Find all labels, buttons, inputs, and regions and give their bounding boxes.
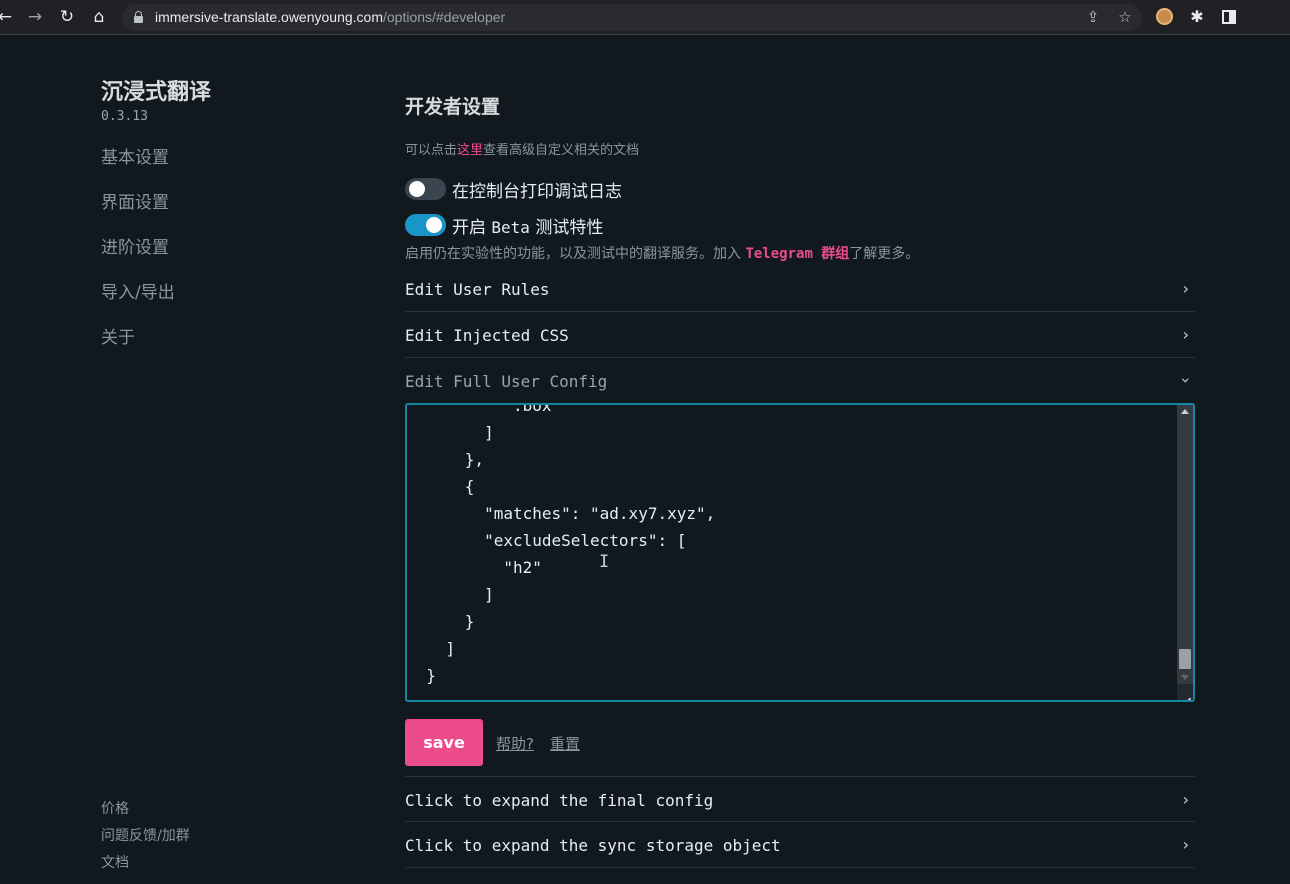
code-line: ".box" (407, 403, 562, 415)
code-line: { (407, 477, 475, 496)
sidebar-link-feedback[interactable]: 问题反馈/加群 (101, 826, 190, 853)
chevron-right-icon: › (1182, 790, 1189, 809)
code-line: ] (407, 423, 494, 442)
extension-avatar-icon[interactable] (1156, 8, 1173, 25)
code-line: "excludeSelectors": [ (407, 531, 687, 550)
edit-full-config-row[interactable]: Edit Full User Config › (405, 358, 1195, 404)
code-line: }, (407, 450, 485, 469)
beta-description: 启用仍在实验性的功能，以及测试中的翻译服务。加入 Telegram 群组了解更多… (405, 243, 919, 263)
chevron-right-icon: › (1182, 279, 1189, 298)
edit-full-config-label: Edit Full User Config (405, 372, 608, 391)
lock-icon[interactable] (134, 11, 143, 23)
save-button[interactable]: save (405, 719, 483, 766)
code-line: ] (407, 585, 494, 604)
beta-features-row: 开启 Beta 测试特性 (405, 213, 604, 238)
sync-storage-label: Click to expand the sync storage object (405, 836, 781, 855)
resize-handle-icon[interactable] (1177, 684, 1193, 700)
final-config-row[interactable]: Click to expand the final config › (405, 776, 1195, 822)
sidebar-item-about[interactable]: 关于 (101, 326, 175, 371)
sidebar-item-import-export[interactable]: 导入/导出 (101, 281, 175, 326)
debug-log-row: 在控制台打印调试日志 (405, 177, 622, 202)
page-title: 开发者设置 (405, 96, 501, 118)
chevron-right-icon: › (1182, 325, 1189, 344)
help-link[interactable]: 帮助? (496, 733, 534, 754)
sidebar-footer: 价格 问题反馈/加群 文档 (101, 799, 190, 880)
scroll-up-arrow-icon[interactable] (1181, 409, 1189, 414)
address-bar[interactable]: immersive-translate.owenyoung.com/option… (122, 4, 1142, 31)
edit-user-rules-row[interactable]: Edit User Rules › (405, 266, 1195, 312)
config-code[interactable]: ".box" ] }, { "matches": "ad.xy7.xyz", "… (407, 403, 716, 689)
sidebar-link-pricing[interactable]: 价格 (101, 799, 190, 826)
debug-log-toggle[interactable] (405, 178, 446, 200)
share-icon[interactable]: ⇪ (1082, 6, 1104, 28)
code-line: ] (407, 639, 456, 658)
back-arrow-icon[interactable]: ← (0, 5, 18, 29)
doc-hint-prefix: 可以点击 (405, 143, 458, 158)
debug-log-label: 在控制台打印调试日志 (452, 181, 622, 202)
url-text[interactable]: immersive-translate.owenyoung.com/option… (155, 9, 505, 26)
code-line: "matches": "ad.xy7.xyz", (407, 504, 716, 523)
brand-title: 沉浸式翻译 (101, 80, 212, 105)
beta-desc-suffix: 了解更多。 (849, 246, 920, 262)
version-label: 0.3.13 (101, 109, 148, 124)
scroll-thumb[interactable] (1179, 649, 1191, 669)
doc-hint: 可以点击这里查看高级自定义相关的文档 (405, 139, 639, 158)
code-line: } (407, 666, 436, 685)
sidebar-item-basic[interactable]: 基本设置 (101, 146, 175, 191)
reset-link[interactable]: 重置 (550, 733, 580, 754)
scroll-down-arrow-icon[interactable] (1181, 675, 1189, 680)
forward-arrow-icon[interactable]: → (22, 5, 48, 29)
reload-icon[interactable]: ↻ (54, 5, 80, 29)
doc-link[interactable]: 这里 (457, 143, 483, 158)
final-config-label: Click to expand the final config (405, 791, 714, 810)
beta-features-label: 开启 Beta 测试特性 (452, 217, 604, 238)
sidebar-nav: 基本设置 界面设置 进阶设置 导入/导出 关于 (101, 146, 175, 371)
edit-injected-css-label: Edit Injected CSS (405, 326, 569, 345)
side-panel-icon[interactable] (1222, 10, 1236, 24)
puzzle-extensions-icon[interactable]: ✱ (1186, 6, 1208, 28)
chevron-right-icon: › (1182, 835, 1189, 854)
text-cursor-icon: I (599, 552, 610, 572)
sync-storage-row[interactable]: Click to expand the sync storage object … (405, 822, 1195, 868)
edit-user-rules-label: Edit User Rules (405, 280, 550, 299)
code-line: "h2" (407, 558, 542, 577)
doc-hint-suffix: 查看高级自定义相关的文档 (483, 143, 640, 158)
beta-desc-prefix: 启用仍在实验性的功能，以及测试中的翻译服务。加入 (405, 246, 746, 262)
editor-scrollbar[interactable] (1177, 405, 1193, 700)
sidebar-link-docs[interactable]: 文档 (101, 853, 190, 880)
beta-features-toggle[interactable] (405, 214, 446, 236)
star-icon[interactable]: ☆ (1114, 6, 1136, 28)
edit-injected-css-row[interactable]: Edit Injected CSS › (405, 312, 1195, 358)
code-line: } (407, 612, 475, 631)
full-config-textarea[interactable]: ".box" ] }, { "matches": "ad.xy7.xyz", "… (405, 403, 1195, 702)
home-icon[interactable]: ⌂ (86, 5, 112, 29)
sidebar-item-interface[interactable]: 界面设置 (101, 191, 175, 236)
browser-toolbar: ← → ↻ ⌂ immersive-translate.owenyoung.co… (0, 0, 1290, 35)
chevron-down-icon: › (1176, 377, 1196, 384)
telegram-group-link[interactable]: Telegram 群组 (745, 246, 849, 262)
sidebar-item-advanced[interactable]: 进阶设置 (101, 236, 175, 281)
